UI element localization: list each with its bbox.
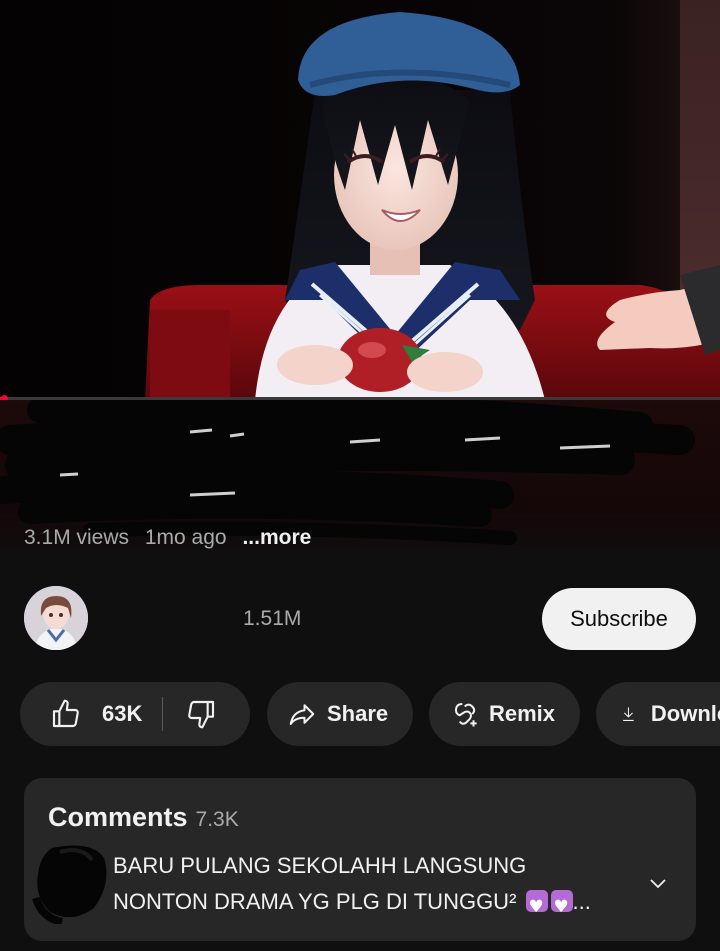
comments-header: Comments 7.3K <box>48 802 239 833</box>
more-link[interactable]: ...more <box>242 526 311 549</box>
download-button[interactable]: Download <box>596 682 720 746</box>
thumb-down-icon[interactable] <box>185 698 217 730</box>
remix-label: Remix <box>489 701 556 726</box>
commenter-avatar-redacted[interactable] <box>32 838 114 924</box>
view-count: 3.1M views <box>24 526 130 549</box>
comments-title: Comments <box>48 802 188 832</box>
download-label: Download <box>650 701 720 726</box>
share-icon <box>289 704 315 725</box>
chevron-down-icon[interactable] <box>648 876 668 890</box>
heart-emoji-icon <box>550 889 573 925</box>
comment-ellipsis: ... <box>572 889 591 914</box>
comment-line-2: NONTON DRAMA YG PLG DI TUNGGU² ... <box>113 884 633 925</box>
share-label: Share <box>327 701 389 726</box>
top-comment-text: BARU PULANG SEKOLAHH LANGSUNG NONTON DRA… <box>113 848 633 925</box>
video-frame <box>0 0 720 400</box>
remix-button[interactable]: Remix <box>429 682 580 746</box>
comments-card[interactable]: Comments 7.3K BARU PULANG SEKOLAHH LANGSU… <box>24 778 696 941</box>
upload-age: 1mo ago <box>144 526 227 549</box>
video-meta[interactable]: 3.1M views 1mo ago ...more <box>24 526 321 550</box>
like-count[interactable]: 63K <box>102 701 142 727</box>
like-divider <box>162 697 164 731</box>
channel-avatar[interactable] <box>24 586 88 650</box>
share-button[interactable]: Share <box>267 682 413 746</box>
comment-line-1: BARU PULANG SEKOLAHH LANGSUNG <box>113 853 527 878</box>
comments-count: 7.3K <box>195 808 239 831</box>
subscribe-button[interactable]: Subscribe <box>542 588 696 650</box>
video-player[interactable] <box>0 0 720 400</box>
subscriber-count: 1.51M <box>243 607 302 630</box>
like-dislike-pill: 63K <box>20 682 250 746</box>
remix-icon <box>454 703 477 727</box>
download-icon <box>623 707 634 721</box>
heart-emoji-icon <box>525 889 548 925</box>
thumb-up-icon[interactable] <box>50 698 82 730</box>
comment-line-2-text: NONTON DRAMA YG PLG DI TUNGGU² <box>113 889 517 914</box>
